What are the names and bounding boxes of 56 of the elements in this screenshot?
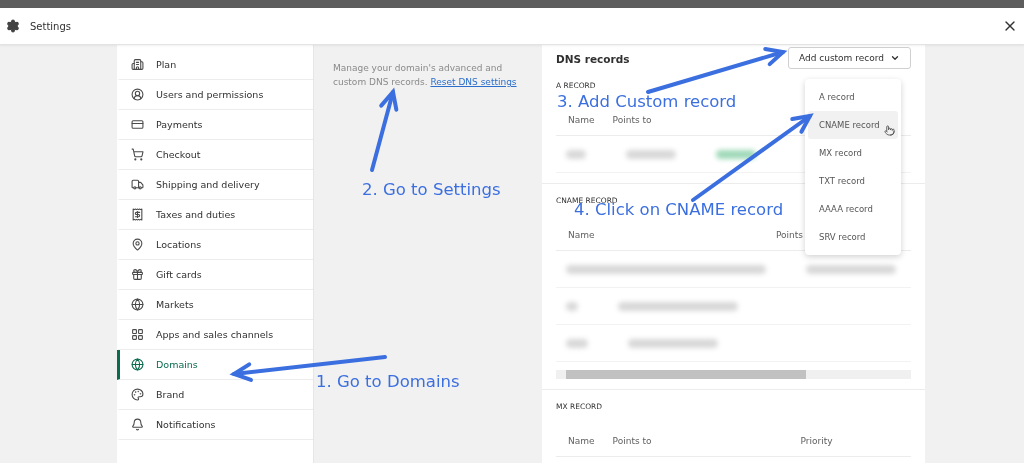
- sidebar-item-icon: [131, 388, 144, 401]
- caret-icon: [890, 53, 900, 63]
- menu-item[interactable]: TXT record: [808, 167, 898, 195]
- sidebar-item-icon: [131, 238, 144, 251]
- settings-icon: [6, 19, 20, 33]
- sidebar-item-icon: [131, 268, 144, 281]
- sidebar-item[interactable]: Notifications: [117, 410, 313, 440]
- sidebar-item[interactable]: Checkout: [117, 140, 313, 170]
- sidebar-item-icon: [131, 148, 144, 161]
- annotation-text: 3. Add Custom record: [557, 92, 737, 111]
- annotation-text: 2. Go to Settings: [362, 180, 501, 199]
- annotation-text: 1. Go to Domains: [316, 372, 460, 391]
- pointer-icon: [884, 125, 895, 136]
- column-header: Name: [568, 115, 595, 125]
- blurred-badge: [716, 149, 756, 159]
- column-header: Points: [776, 230, 804, 240]
- sidebar-item-icon: [131, 418, 144, 431]
- window-title: Settings: [30, 20, 72, 32]
- sidebar-item[interactable]: Locations: [117, 230, 313, 260]
- blurred-text: [626, 149, 676, 159]
- menu-item[interactable]: SRV record: [808, 223, 898, 251]
- sidebar-item-icon: [131, 178, 144, 191]
- add-record-button[interactable]: Add custom record: [787, 47, 911, 69]
- sidebar-item[interactable]: Markets: [117, 290, 313, 320]
- column-header: Points to: [612, 115, 652, 125]
- sidebar-item-icon: [131, 328, 144, 341]
- advanced-description: Manage your domain's advanced and custom DNS records. Reset DNS settings: [333, 62, 518, 89]
- sidebar-item[interactable]: Brand: [117, 380, 313, 410]
- menu-item[interactable]: A record: [808, 83, 898, 111]
- blurred-text: [566, 149, 586, 159]
- sidebar-item[interactable]: Gift cards: [117, 260, 313, 290]
- blurred-text: [566, 301, 578, 311]
- sidebar-item[interactable]: Domains: [117, 350, 313, 380]
- sidebar-item[interactable]: Apps and sales channels: [117, 320, 313, 350]
- menu-item[interactable]: AAAA record: [808, 195, 898, 223]
- sidebar-item[interactable]: Users and permissions: [117, 80, 313, 110]
- card-title: DNS records: [556, 53, 630, 65]
- sidebar-item[interactable]: Payments: [117, 110, 313, 140]
- column-header: Name: [568, 436, 595, 446]
- sidebar-item[interactable]: Plan: [117, 50, 313, 80]
- blurred-text: [566, 338, 588, 348]
- menu-item[interactable]: MX record: [808, 139, 898, 167]
- menu-item[interactable]: CNAME record: [808, 111, 898, 139]
- reset-dns-link[interactable]: Reset DNS settings: [430, 77, 517, 87]
- sidebar-item-icon: [131, 88, 144, 101]
- sidebar-item-icon: [131, 118, 144, 131]
- horizontal-scrollbar[interactable]: [556, 370, 911, 379]
- column-header: Points to: [612, 436, 653, 446]
- sidebar-item[interactable]: Shipping and delivery: [117, 170, 313, 200]
- column-header: Priority: [800, 436, 833, 446]
- sidebar-item[interactable]: Taxes and duties: [117, 200, 313, 230]
- sidebar-item-icon: [131, 358, 144, 371]
- column-header: Name: [568, 230, 596, 240]
- sidebar-item-icon: [131, 208, 144, 221]
- sidebar-item-icon: [131, 58, 144, 71]
- sidebar-item-icon: [131, 298, 144, 311]
